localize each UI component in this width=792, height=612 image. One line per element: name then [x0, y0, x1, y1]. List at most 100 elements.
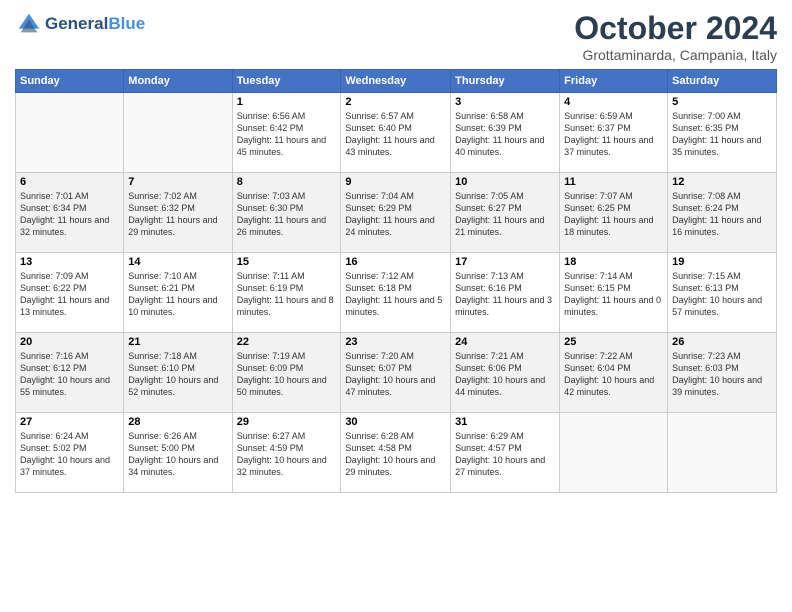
day-cell-w1-d5: 3 Sunrise: 6:58 AMSunset: 6:39 PMDaylight…: [451, 93, 560, 173]
day-number: 19: [672, 256, 772, 268]
calendar-body: 1 Sunrise: 6:56 AMSunset: 6:42 PMDaylight…: [16, 93, 777, 493]
header-saturday: Saturday: [668, 70, 777, 93]
day-cell-w5-d4: 30Sunrise: 6:28 AMSunset: 4:58 PMDayligh…: [341, 413, 451, 493]
day-cell-w2-d3: 8 Sunrise: 7:03 AMSunset: 6:30 PMDaylight…: [232, 173, 341, 253]
day-number: 6: [20, 176, 119, 188]
day-number: 5: [672, 96, 772, 108]
day-info: Sunrise: 7:11 AMSunset: 6:19 PMDaylight:…: [237, 270, 337, 319]
day-info: Sunrise: 7:04 AMSunset: 6:29 PMDaylight:…: [345, 190, 446, 239]
day-info: Sunrise: 6:57 AMSunset: 6:40 PMDaylight:…: [345, 110, 446, 159]
location-subtitle: Grottaminarda, Campania, Italy: [574, 47, 777, 63]
day-number: 28: [128, 416, 227, 428]
logo: GeneralBlue: [15, 10, 145, 38]
day-cell-w5-d1: 27 Sunrise: 6:24 AMSunset: 5:02 PMDayligh…: [16, 413, 124, 493]
day-info: Sunrise: 7:15 AMSunset: 6:13 PMDaylight:…: [672, 270, 772, 319]
day-cell-w4-d7: 26 Sunrise: 7:23 AMSunset: 6:03 PMDayligh…: [668, 333, 777, 413]
day-info: Sunrise: 7:19 AMSunset: 6:09 PMDaylight:…: [237, 350, 337, 399]
logo-text-blue: Blue: [108, 14, 145, 33]
day-number: 30: [345, 416, 446, 428]
day-number: 9: [345, 176, 446, 188]
header-sunday: Sunday: [16, 70, 124, 93]
week-row-5: 27 Sunrise: 6:24 AMSunset: 5:02 PMDayligh…: [16, 413, 777, 493]
day-cell-w3-d3: 15 Sunrise: 7:11 AMSunset: 6:19 PMDayligh…: [232, 253, 341, 333]
day-cell-w1-d1: [16, 93, 124, 173]
day-number: 4: [564, 96, 663, 108]
day-info: Sunrise: 6:56 AMSunset: 6:42 PMDaylight:…: [237, 110, 337, 159]
day-info: Sunrise: 7:16 AMSunset: 6:12 PMDaylight:…: [20, 350, 119, 399]
day-info: Sunrise: 7:02 AMSunset: 6:32 PMDaylight:…: [128, 190, 227, 239]
calendar-table: Sunday Monday Tuesday Wednesday Thursday…: [15, 69, 777, 493]
day-number: 20: [20, 336, 119, 348]
day-cell-w3-d1: 13 Sunrise: 7:09 AMSunset: 6:22 PMDayligh…: [16, 253, 124, 333]
logo-icon: [15, 10, 43, 38]
day-cell-w3-d5: 17Sunrise: 7:13 AMSunset: 6:16 PMDayligh…: [451, 253, 560, 333]
day-info: Sunrise: 7:01 AMSunset: 6:34 PMDaylight:…: [20, 190, 119, 239]
header-thursday: Thursday: [451, 70, 560, 93]
day-number: 25: [564, 336, 663, 348]
logo-text-general: General: [45, 14, 108, 33]
day-number: 18: [564, 256, 663, 268]
day-number: 15: [237, 256, 337, 268]
day-info: Sunrise: 7:22 AMSunset: 6:04 PMDaylight:…: [564, 350, 663, 399]
header-monday: Monday: [124, 70, 232, 93]
day-number: 11: [564, 176, 663, 188]
day-cell-w2-d6: 11 Sunrise: 7:07 AMSunset: 6:25 PMDayligh…: [560, 173, 668, 253]
day-cell-w4-d1: 20 Sunrise: 7:16 AMSunset: 6:12 PMDayligh…: [16, 333, 124, 413]
day-number: 14: [128, 256, 227, 268]
day-cell-w3-d7: 19 Sunrise: 7:15 AMSunset: 6:13 PMDayligh…: [668, 253, 777, 333]
page-container: GeneralBlue October 2024 Grottaminarda, …: [0, 0, 792, 503]
day-info: Sunrise: 7:10 AMSunset: 6:21 PMDaylight:…: [128, 270, 227, 319]
day-info: Sunrise: 6:58 AMSunset: 6:39 PMDaylight:…: [455, 110, 555, 159]
day-info: Sunrise: 7:12 AMSunset: 6:18 PMDaylight:…: [345, 270, 446, 319]
day-cell-w2-d4: 9 Sunrise: 7:04 AMSunset: 6:29 PMDaylight…: [341, 173, 451, 253]
day-cell-w3-d4: 16 Sunrise: 7:12 AMSunset: 6:18 PMDayligh…: [341, 253, 451, 333]
day-number: 26: [672, 336, 772, 348]
day-number: 21: [128, 336, 227, 348]
day-number: 7: [128, 176, 227, 188]
day-number: 3: [455, 96, 555, 108]
day-cell-w1-d2: [124, 93, 232, 173]
day-info: Sunrise: 7:05 AMSunset: 6:27 PMDaylight:…: [455, 190, 555, 239]
day-cell-w4-d2: 21 Sunrise: 7:18 AMSunset: 6:10 PMDayligh…: [124, 333, 232, 413]
day-number: 8: [237, 176, 337, 188]
day-cell-w1-d7: 5Sunrise: 7:00 AMSunset: 6:35 PMDaylight…: [668, 93, 777, 173]
day-number: 27: [20, 416, 119, 428]
week-row-2: 6 Sunrise: 7:01 AMSunset: 6:34 PMDaylight…: [16, 173, 777, 253]
day-cell-w5-d2: 28 Sunrise: 6:26 AMSunset: 5:00 PMDayligh…: [124, 413, 232, 493]
day-number: 16: [345, 256, 446, 268]
day-number: 29: [237, 416, 337, 428]
day-cell-w5-d5: 31 Sunrise: 6:29 AMSunset: 4:57 PMDayligh…: [451, 413, 560, 493]
day-info: Sunrise: 6:26 AMSunset: 5:00 PMDaylight:…: [128, 430, 227, 479]
day-number: 22: [237, 336, 337, 348]
header-wednesday: Wednesday: [341, 70, 451, 93]
day-info: Sunrise: 7:14 AMSunset: 6:15 PMDaylight:…: [564, 270, 663, 319]
day-info: Sunrise: 7:23 AMSunset: 6:03 PMDaylight:…: [672, 350, 772, 399]
day-number: 17: [455, 256, 555, 268]
day-info: Sunrise: 7:20 AMSunset: 6:07 PMDaylight:…: [345, 350, 446, 399]
day-info: Sunrise: 6:29 AMSunset: 4:57 PMDaylight:…: [455, 430, 555, 479]
day-cell-w4-d5: 24Sunrise: 7:21 AMSunset: 6:06 PMDayligh…: [451, 333, 560, 413]
day-cell-w3-d6: 18 Sunrise: 7:14 AMSunset: 6:15 PMDayligh…: [560, 253, 668, 333]
month-title: October 2024: [574, 10, 777, 47]
day-cell-w1-d3: 1 Sunrise: 6:56 AMSunset: 6:42 PMDaylight…: [232, 93, 341, 173]
day-info: Sunrise: 7:03 AMSunset: 6:30 PMDaylight:…: [237, 190, 337, 239]
day-info: Sunrise: 7:09 AMSunset: 6:22 PMDaylight:…: [20, 270, 119, 319]
day-number: 2: [345, 96, 446, 108]
day-cell-w1-d4: 2 Sunrise: 6:57 AMSunset: 6:40 PMDaylight…: [341, 93, 451, 173]
day-number: 13: [20, 256, 119, 268]
header-tuesday: Tuesday: [232, 70, 341, 93]
day-info: Sunrise: 6:24 AMSunset: 5:02 PMDaylight:…: [20, 430, 119, 479]
day-number: 23: [345, 336, 446, 348]
week-row-3: 13 Sunrise: 7:09 AMSunset: 6:22 PMDayligh…: [16, 253, 777, 333]
day-cell-w2-d2: 7 Sunrise: 7:02 AMSunset: 6:32 PMDaylight…: [124, 173, 232, 253]
day-info: Sunrise: 6:27 AMSunset: 4:59 PMDaylight:…: [237, 430, 337, 479]
day-info: Sunrise: 7:18 AMSunset: 6:10 PMDaylight:…: [128, 350, 227, 399]
day-cell-w2-d5: 10Sunrise: 7:05 AMSunset: 6:27 PMDayligh…: [451, 173, 560, 253]
day-cell-w3-d2: 14 Sunrise: 7:10 AMSunset: 6:21 PMDayligh…: [124, 253, 232, 333]
week-row-1: 1 Sunrise: 6:56 AMSunset: 6:42 PMDaylight…: [16, 93, 777, 173]
day-info: Sunrise: 7:07 AMSunset: 6:25 PMDaylight:…: [564, 190, 663, 239]
day-number: 12: [672, 176, 772, 188]
page-header: GeneralBlue October 2024 Grottaminarda, …: [15, 10, 777, 63]
day-number: 1: [237, 96, 337, 108]
day-number: 31: [455, 416, 555, 428]
